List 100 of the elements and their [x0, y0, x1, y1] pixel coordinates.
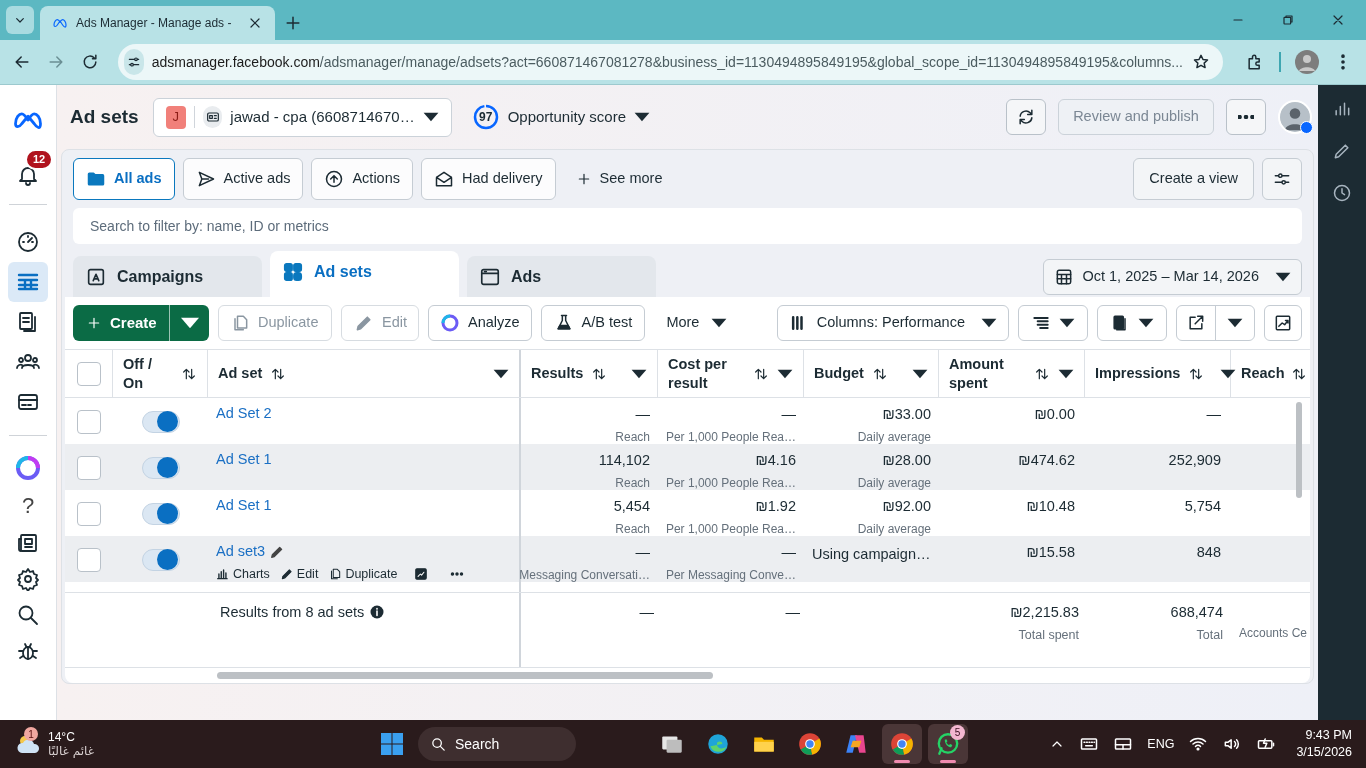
ab-test-button[interactable]: A/B test [540, 305, 646, 341]
edge-icon [705, 731, 731, 757]
refresh-button[interactable] [1006, 99, 1046, 135]
total-cell-text: ₪2,215.83 [1010, 603, 1079, 622]
level-tab[interactable]: Ad sets [270, 251, 459, 297]
edit-icon [279, 567, 294, 582]
caret-icon [912, 368, 928, 379]
browser-tab[interactable]: Ads Manager - Manage ads - [40, 6, 275, 40]
url-text: adsmanager.facebook.com/adsmanager/manage/adsets?act=660871467081278&business_id=1130494895849195&global_scope_id=1130494895849195&columns... [151, 52, 1183, 72]
settings-icon[interactable] [16, 567, 40, 591]
filter-button[interactable]: All ads [73, 157, 175, 200]
analyze-button[interactable]: Analyze [428, 305, 532, 341]
column-header[interactable]: Cost per result [668, 354, 737, 393]
search-icon[interactable] [16, 603, 40, 627]
level-tab[interactable]: Campaigns [73, 256, 262, 297]
account-selector[interactable]: J jawad - cpa (6608714670… [152, 97, 452, 137]
create-button[interactable]: Create [73, 305, 169, 341]
search-icon [430, 735, 447, 753]
filter-button[interactable]: Had delivery [421, 157, 556, 200]
info-icon[interactable] [370, 605, 385, 619]
charts-icon [216, 567, 230, 582]
column-header[interactable]: Budget [814, 364, 864, 383]
open-chart-icon[interactable] [413, 567, 428, 582]
taskbar-app[interactable] [882, 724, 922, 764]
view-settings-button[interactable] [1262, 157, 1302, 200]
cell-caption: Per 1,000 People Rea… [665, 428, 796, 446]
horizontal-scrollbar[interactable] [217, 672, 713, 679]
row-action-link[interactable]: Duplicate [328, 564, 398, 584]
row-action-link[interactable]: Edit [279, 564, 319, 584]
reports-button[interactable] [1097, 305, 1167, 341]
pencil-icon[interactable] [1332, 141, 1352, 161]
column-header[interactable]: Off / On [123, 354, 159, 393]
ad-set-link[interactable]: Ad Set 1 [216, 449, 272, 471]
address-bar[interactable]: adsmanager.facebook.com/adsmanager/manage/adsets?act=660871467081278&business_id=1130494895849195&global_scope_id=1130494895849195&columns... [118, 44, 1223, 80]
export-icon [1186, 313, 1206, 333]
cell-caption: Reach [615, 520, 650, 538]
filter-button[interactable]: Active ads [182, 157, 304, 200]
row-checkbox[interactable] [77, 547, 101, 572]
cell-caption: Messaging Conversati… [519, 566, 650, 584]
see-more-button[interactable]: See more [563, 157, 675, 200]
create-options-button[interactable] [169, 305, 209, 341]
create-view-button[interactable]: Create a view [1133, 157, 1254, 200]
toggle-switch[interactable] [141, 548, 180, 571]
vertical-scrollbar[interactable] [1296, 402, 1302, 498]
cell-caption: Per 1,000 People Rea… [665, 474, 796, 492]
column-header[interactable]: Reach [1241, 362, 1285, 385]
news-icon[interactable] [16, 531, 40, 555]
row-checkbox[interactable] [77, 455, 101, 480]
table-row[interactable]: Ad Set 1 114,102 Reach ₪4.16 Per 1,000 People Rea… ₪28.00 Daily average ₪474.62 252,909 [65, 444, 1310, 490]
ad-set-link[interactable]: Ad Set 2 [216, 403, 272, 425]
table-cell-text: ₪92.00 [882, 497, 931, 516]
row-action-link[interactable]: Charts [216, 564, 270, 584]
caret-icon [179, 317, 200, 329]
language-indicator[interactable]: ENG [1147, 734, 1175, 754]
column-header[interactable]: Amount spent [949, 354, 1009, 393]
taskbar-search[interactable]: Search [418, 727, 576, 761]
user-avatar[interactable] [1278, 100, 1312, 134]
table-row[interactable]: Ad set3 Charts Edit Duplicate — Messaging Conversati… — Per Messaging Conve… Using campaign… ₪15.58 848 [65, 536, 1310, 582]
column-header[interactable]: Impressions [1095, 364, 1181, 383]
filter-button[interactable]: Actions [311, 157, 413, 200]
opportunity-score[interactable]: 97 Opportunity score [471, 103, 651, 131]
toggle-switch[interactable] [141, 410, 180, 433]
windows-start-icon[interactable] [380, 732, 404, 756]
columns-button[interactable]: Columns: Performance [776, 305, 1009, 341]
more-button[interactable] [1226, 99, 1266, 135]
select-all-checkbox[interactable] [76, 361, 101, 386]
date-range-picker[interactable]: Oct 1, 2025 – Mar 14, 2026 [1043, 259, 1302, 295]
refresh-icon [1016, 107, 1036, 127]
table-cell: Using campaign… [812, 546, 931, 562]
clock-time[interactable]: 9:43 PM [1305, 727, 1352, 744]
column-header[interactable]: Results [531, 364, 584, 383]
table-cell-text: 252,909 [1168, 451, 1221, 470]
caret-icon [777, 368, 793, 379]
meta-ai-icon[interactable] [15, 455, 41, 481]
level-tab[interactable]: Ads [467, 256, 656, 297]
bar-chart-icon[interactable] [1332, 99, 1352, 119]
cell-caption: Per Messaging Conve… [665, 566, 796, 584]
row-checkbox[interactable] [77, 501, 101, 526]
restore-icon[interactable] [1280, 12, 1296, 28]
caret-icon [422, 112, 439, 122]
gauge-icon [16, 230, 40, 254]
results-summary: Results from 8 ad sets [220, 603, 365, 622]
toggle-switch[interactable] [141, 456, 180, 479]
charts-button[interactable] [1264, 305, 1302, 341]
caret-icon [1220, 368, 1237, 379]
help-icon[interactable]: ? [21, 493, 35, 519]
clock-icon[interactable] [1332, 183, 1352, 203]
ad-set-link[interactable]: Ad set3 [216, 541, 266, 563]
cell-caption: Daily average [857, 520, 931, 538]
search-field[interactable]: Search to filter by: name, ID or metrics [73, 208, 1302, 244]
toggle-switch[interactable] [141, 502, 180, 525]
taskbar-app[interactable]: 5 [928, 724, 968, 764]
profile-avatar[interactable] [1295, 50, 1319, 74]
more-menu-button[interactable]: More [654, 305, 740, 341]
breakdown-button[interactable] [1018, 305, 1088, 341]
column-header[interactable]: Ad set [218, 364, 263, 383]
ad-set-link[interactable]: Ad Set 1 [216, 495, 272, 517]
row-checkbox[interactable] [77, 409, 101, 434]
table-cell-text: ₪474.62 [1018, 451, 1075, 470]
clock-date[interactable]: 3/15/2026 [1296, 744, 1352, 761]
